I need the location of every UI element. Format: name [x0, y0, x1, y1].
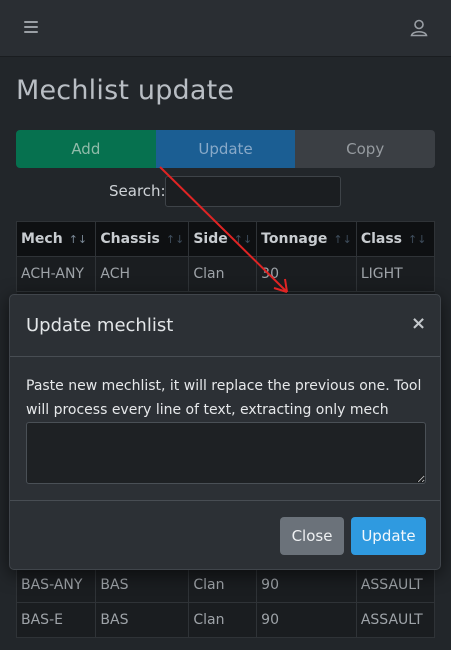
cell-chassis: BAS [95, 567, 190, 603]
tab-update[interactable]: Update [155, 130, 296, 168]
tab-add[interactable]: Add [16, 130, 156, 168]
modal-body: Paste new mechlist, it will replace the … [10, 358, 440, 500]
cell-chassis: ACH [95, 256, 190, 292]
table-row[interactable]: BAS-ANY BAS Clan 90 ASSAULT [15, 567, 436, 603]
close-icon[interactable]: × [411, 313, 426, 334]
modal-header: Update mechlist × [10, 295, 440, 357]
sort-icon: ↑↓ [68, 233, 88, 246]
update-button[interactable]: Update [351, 517, 426, 555]
page-title: Mechlist update [16, 75, 235, 106]
modal-title: Update mechlist [26, 315, 174, 336]
close-button[interactable]: Close [280, 517, 344, 555]
cell-chassis: BAS [95, 602, 190, 638]
cell-class: ASSAULT [355, 602, 436, 638]
sort-icon: ↑↓ [165, 233, 185, 246]
column-header-mech[interactable]: Mech ↑↓ [15, 221, 97, 257]
top-navbar [0, 0, 451, 57]
cell-side: Clan [188, 602, 258, 638]
cell-side: Clan [188, 567, 258, 603]
user-icon[interactable] [409, 18, 429, 38]
hamburger-menu-icon[interactable] [24, 21, 38, 34]
sort-icon: ↑↓ [233, 233, 253, 246]
cell-tonnage: 90 [256, 567, 357, 603]
cell-class: ASSAULT [355, 567, 436, 603]
sort-icon: ↑↓ [408, 233, 427, 246]
update-mechlist-modal: Update mechlist × Paste new mechlist, it… [9, 294, 441, 570]
cell-mech: ACH-ANY [15, 256, 97, 292]
column-header-tonnage[interactable]: Tonnage ↑↓ [256, 221, 357, 257]
table-row[interactable]: ACH-ANY ACH Clan 30 LIGHT [15, 256, 436, 292]
cell-mech: BAS-E [15, 602, 97, 638]
search-label: Search: [109, 182, 166, 200]
column-header-side[interactable]: Side ↑↓ [188, 221, 258, 257]
column-header-chassis[interactable]: Chassis ↑↓ [95, 221, 190, 257]
search-input[interactable] [165, 176, 341, 207]
column-header-class[interactable]: Class ↑↓ [355, 221, 436, 257]
mechlist-textarea[interactable] [26, 422, 426, 484]
cell-tonnage: 30 [256, 256, 357, 292]
cell-tonnage: 90 [256, 602, 357, 638]
table-row[interactable]: BAS-E BAS Clan 90 ASSAULT [15, 602, 436, 638]
sort-icon: ↑↓ [333, 233, 352, 246]
modal-footer-divider [10, 500, 440, 501]
action-tabs: Add Update Copy [16, 130, 435, 168]
tab-copy[interactable]: Copy [295, 130, 435, 168]
cell-mech: BAS-ANY [15, 567, 97, 603]
table-header-row: Mech ↑↓ Chassis ↑↓ Side ↑↓ Tonnage ↑↓ Class ↑… [15, 221, 436, 257]
cell-side: Clan [188, 256, 258, 292]
cell-class: LIGHT [355, 256, 436, 292]
